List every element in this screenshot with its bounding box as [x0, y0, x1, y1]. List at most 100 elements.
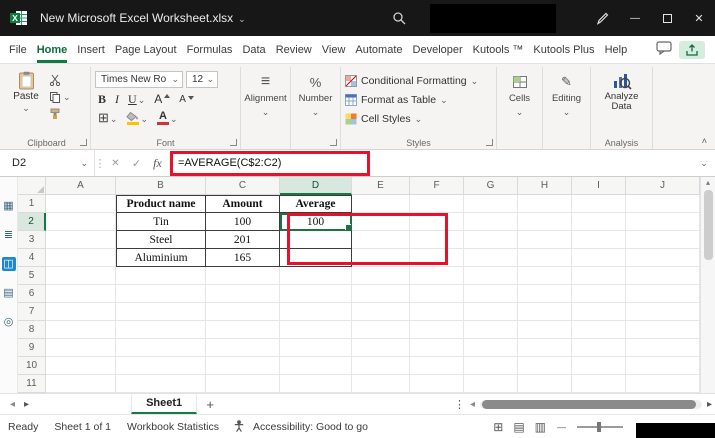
cell-G11[interactable]	[464, 375, 518, 393]
cell-A4[interactable]	[46, 249, 116, 267]
cell-C11[interactable]	[206, 375, 280, 393]
cell-F2[interactable]	[410, 213, 464, 231]
cell-B10[interactable]	[116, 357, 206, 375]
cell-H8[interactable]	[518, 321, 572, 339]
cell-B9[interactable]	[116, 339, 206, 357]
horizontal-scrollbar[interactable]	[479, 399, 702, 409]
cell-I4[interactable]	[572, 249, 626, 267]
comments-icon[interactable]	[656, 41, 672, 58]
cell-J11[interactable]	[626, 375, 700, 393]
menu-tab-kutools-plus[interactable]: Kutools Plus	[528, 36, 599, 63]
cell-F3[interactable]	[410, 231, 464, 249]
underline-dropdown-icon[interactable]	[138, 92, 146, 106]
row-header-9[interactable]: 9	[18, 339, 46, 357]
row-header-5[interactable]: 5	[18, 267, 46, 285]
select-all-corner[interactable]	[18, 177, 46, 195]
paste-dropdown-icon[interactable]	[22, 103, 30, 114]
cell-H10[interactable]	[518, 357, 572, 375]
col-header-A[interactable]: A	[46, 177, 116, 195]
cell-A2[interactable]	[46, 213, 116, 231]
search-icon[interactable]	[392, 11, 406, 28]
cell-styles-button[interactable]: Cell Styles	[345, 109, 492, 128]
cell-G8[interactable]	[464, 321, 518, 339]
cell-C5[interactable]	[206, 267, 280, 285]
cell-C2[interactable]: 100	[206, 213, 280, 231]
cell-F11[interactable]	[410, 375, 464, 393]
conditional-formatting-button[interactable]: Conditional Formatting	[345, 71, 492, 90]
row-header-7[interactable]: 7	[18, 303, 46, 321]
italic-button[interactable]: I	[112, 91, 122, 107]
cell-I3[interactable]	[572, 231, 626, 249]
kutools-pane-icon[interactable]	[1, 257, 16, 271]
cell-A5[interactable]	[46, 267, 116, 285]
cell-H1[interactable]	[518, 195, 572, 213]
menu-tab-file[interactable]: File	[4, 36, 32, 63]
zoom-slider-thumb[interactable]	[597, 421, 601, 432]
workbook-statistics-button[interactable]: Workbook Statistics	[119, 421, 227, 433]
cell-E3[interactable]	[352, 231, 410, 249]
menu-tab-developer[interactable]: Developer	[408, 36, 468, 63]
cell-G7[interactable]	[464, 303, 518, 321]
normal-view-icon[interactable]	[493, 421, 503, 433]
clipboard-dialog-launcher[interactable]	[80, 139, 87, 146]
menu-tab-help[interactable]: Help	[600, 36, 633, 63]
cell-E9[interactable]	[352, 339, 410, 357]
font-color-dropdown-icon[interactable]	[170, 111, 178, 125]
cell-D8[interactable]	[280, 321, 352, 339]
cell-J9[interactable]	[626, 339, 700, 357]
col-header-C[interactable]: C	[206, 177, 280, 195]
cells-group-button[interactable]: Cells	[497, 67, 543, 149]
cell-G6[interactable]	[464, 285, 518, 303]
row-header-11[interactable]: 11	[18, 375, 46, 393]
cell-A6[interactable]	[46, 285, 116, 303]
kutools-sheet-icon[interactable]	[2, 286, 16, 300]
cell-G4[interactable]	[464, 249, 518, 267]
cell-A9[interactable]	[46, 339, 116, 357]
cell-H9[interactable]	[518, 339, 572, 357]
copy-dropdown-icon[interactable]	[63, 91, 71, 103]
cell-H11[interactable]	[518, 375, 572, 393]
cell-I8[interactable]	[572, 321, 626, 339]
format-as-table-button[interactable]: Format as Table	[345, 90, 492, 109]
cell-E4[interactable]	[352, 249, 410, 267]
vertical-scrollbar[interactable]	[700, 177, 715, 393]
share-button[interactable]	[679, 40, 705, 59]
alignment-group-button[interactable]: Alignment	[241, 67, 291, 149]
formula-input[interactable]: =AVERAGE(C$2:C2)	[168, 150, 693, 176]
cell-D9[interactable]	[280, 339, 352, 357]
cell-I6[interactable]	[572, 285, 626, 303]
cell-J4[interactable]	[626, 249, 700, 267]
cell-G9[interactable]	[464, 339, 518, 357]
col-header-H[interactable]: H	[518, 177, 572, 195]
cell-B1[interactable]: Product name	[116, 195, 206, 213]
row-header-4[interactable]: 4	[18, 249, 46, 267]
cell-A10[interactable]	[46, 357, 116, 375]
cell-J3[interactable]	[626, 231, 700, 249]
cell-I1[interactable]	[572, 195, 626, 213]
fill-color-button[interactable]	[123, 110, 151, 126]
cell-E10[interactable]	[352, 357, 410, 375]
menu-tab-insert[interactable]: Insert	[72, 36, 110, 63]
cell-G5[interactable]	[464, 267, 518, 285]
sheet-tab-sheet1[interactable]: Sheet1	[131, 394, 198, 414]
number-dialog-launcher[interactable]	[330, 139, 337, 146]
cell-C6[interactable]	[206, 285, 280, 303]
hscroll-left-arrow[interactable]	[470, 398, 475, 410]
font-name-select[interactable]: Times New Ro	[95, 71, 183, 88]
page-layout-view-icon[interactable]	[513, 421, 524, 433]
cell-E2[interactable]	[352, 213, 410, 231]
col-header-D[interactable]: D	[280, 177, 352, 195]
cell-J5[interactable]	[626, 267, 700, 285]
cell-F1[interactable]	[410, 195, 464, 213]
horizontal-scrollbar-thumb[interactable]	[481, 399, 696, 409]
cell-D5[interactable]	[280, 267, 352, 285]
row-header-8[interactable]: 8	[18, 321, 46, 339]
underline-button[interactable]: U	[125, 91, 148, 107]
vscroll-up-arrow[interactable]	[706, 178, 710, 187]
cell-I11[interactable]	[572, 375, 626, 393]
cell-A7[interactable]	[46, 303, 116, 321]
kutools-find-icon[interactable]	[2, 315, 16, 329]
kutools-list-icon[interactable]	[2, 228, 16, 242]
add-sheet-button[interactable]	[197, 394, 223, 414]
analyze-data-button[interactable]: Analyze Data	[598, 72, 646, 112]
